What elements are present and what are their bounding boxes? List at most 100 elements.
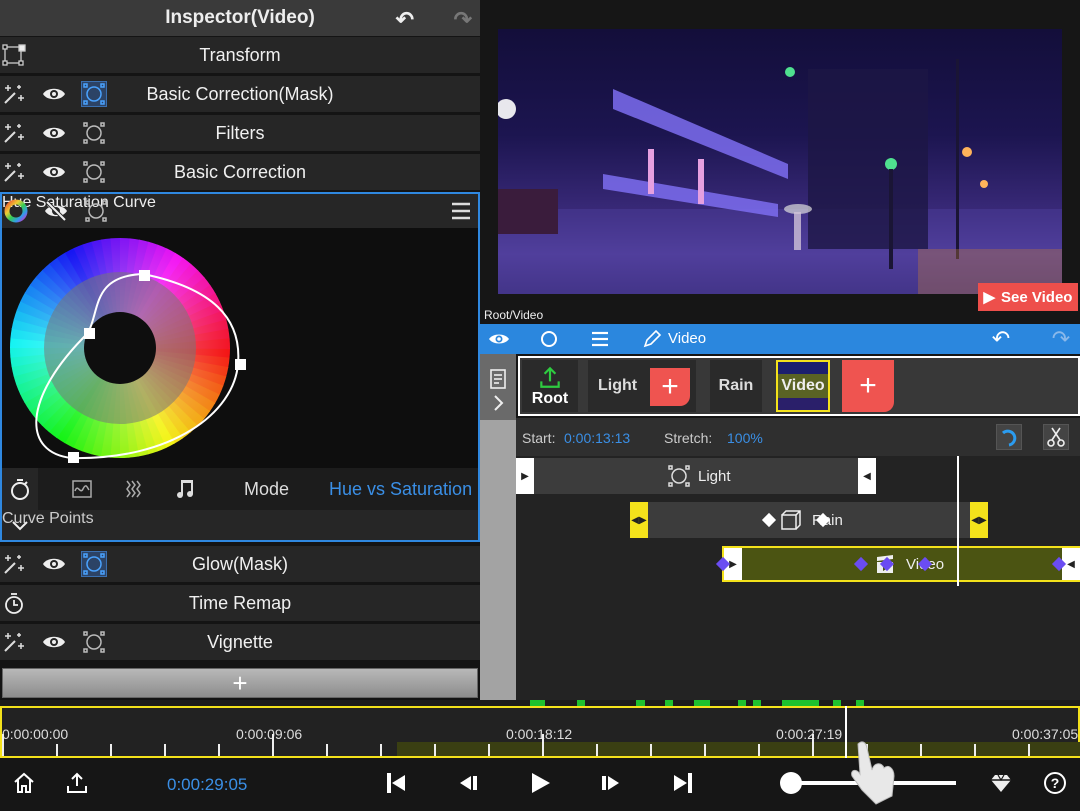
- node-video[interactable]: Video: [776, 360, 830, 412]
- magic-wand-icon[interactable]: [1, 120, 27, 146]
- stretch-value[interactable]: 100%: [727, 430, 763, 446]
- undo-icon[interactable]: ↶: [396, 7, 414, 33]
- clip-start-handle[interactable]: ◀▶: [630, 502, 648, 538]
- mode-selector[interactable]: Hue vs Saturation: [329, 479, 472, 500]
- add-node-button[interactable]: +: [650, 368, 690, 406]
- svg-text:?: ?: [1051, 775, 1060, 791]
- document-icon[interactable]: [485, 366, 511, 392]
- help-icon[interactable]: ?: [1042, 770, 1068, 796]
- mask-icon[interactable]: [81, 551, 107, 577]
- eye-icon[interactable]: [41, 551, 67, 577]
- curve-point[interactable]: [235, 359, 246, 370]
- skip-to-start-icon[interactable]: [383, 770, 409, 796]
- ruler-tick: [596, 744, 598, 756]
- chevron-down-icon[interactable]: [7, 512, 33, 538]
- clip-info-bar: Start: 0:00:13:13 Stretch: 100%: [516, 418, 1080, 456]
- node-tree: Root Light + Rain Video +: [518, 356, 1080, 416]
- mask-icon[interactable]: [81, 159, 107, 185]
- touch-hand-icon: [848, 740, 898, 806]
- redo-icon[interactable]: ↷: [454, 7, 472, 33]
- add-node-button[interactable]: +: [842, 360, 894, 412]
- clip-light[interactable]: ▶ ◀ Light: [516, 458, 876, 494]
- stopwatch-icon[interactable]: [7, 476, 33, 502]
- magic-wand-icon[interactable]: [1, 81, 27, 107]
- circle-mask-icon[interactable]: [536, 326, 562, 352]
- eye-icon[interactable]: [41, 81, 67, 107]
- step-back-icon[interactable]: [455, 770, 481, 796]
- magic-wand-icon[interactable]: [1, 629, 27, 655]
- music-note-icon[interactable]: [173, 476, 199, 502]
- clip-video[interactable]: ▶ ◀ Video: [715, 546, 1080, 582]
- mask-icon[interactable]: [83, 198, 109, 224]
- node-root[interactable]: Root: [522, 360, 578, 412]
- curve-point[interactable]: [139, 270, 150, 281]
- scissors-icon[interactable]: [1043, 424, 1069, 450]
- effect-row-time-remap[interactable]: Time Remap: [0, 585, 480, 621]
- current-time[interactable]: 0:00:29:05: [167, 775, 247, 795]
- menu-icon[interactable]: [448, 198, 474, 224]
- ruler-tick: [704, 744, 706, 756]
- effect-row-basic-correction[interactable]: Basic Correction: [0, 154, 480, 190]
- wave-lines-icon[interactable]: [120, 476, 146, 502]
- effect-row-glow-mask[interactable]: Glow(Mask): [0, 546, 480, 582]
- eye-icon[interactable]: [41, 159, 67, 185]
- clip-end-handle[interactable]: ◀▶: [970, 502, 988, 538]
- home-icon[interactable]: [11, 770, 37, 796]
- waveform-icon[interactable]: [69, 476, 95, 502]
- add-effect-button[interactable]: +: [2, 668, 478, 698]
- transform-icon: [1, 42, 27, 68]
- ruler-playhead[interactable]: [845, 706, 847, 758]
- effect-row-hue-saturation-curve[interactable]: Hue Saturation Curve: [2, 194, 478, 228]
- play-icon[interactable]: [527, 770, 553, 796]
- node-label: Rain: [718, 377, 754, 394]
- selected-effect-panel: Hue Saturation Curve Mode Hue vs Saturat…: [0, 192, 480, 542]
- see-video-button[interactable]: ▶ See Video: [978, 283, 1078, 311]
- curve-point[interactable]: [68, 452, 79, 463]
- effect-row-filters[interactable]: Filters: [0, 115, 480, 151]
- menu-icon[interactable]: [587, 326, 613, 352]
- eye-icon[interactable]: [41, 120, 67, 146]
- start-value[interactable]: 0:00:13:13: [564, 430, 630, 446]
- layer-name[interactable]: Video: [668, 330, 706, 347]
- effect-row-basic-correction-mask[interactable]: Basic Correction(Mask): [0, 76, 480, 112]
- magic-wand-icon[interactable]: [1, 551, 27, 577]
- magnet-icon[interactable]: [996, 424, 1022, 450]
- hue-saturation-wheel[interactable]: [2, 228, 478, 468]
- inspector-title: Inspector(Video): [165, 7, 315, 28]
- eye-hidden-icon[interactable]: [43, 198, 69, 224]
- ruler-time-label: 0:00:09:06: [236, 726, 303, 742]
- eye-icon[interactable]: [41, 629, 67, 655]
- mask-icon[interactable]: [81, 81, 107, 107]
- curve-point[interactable]: [84, 328, 95, 339]
- curve-points-header[interactable]: Curve Points: [2, 510, 478, 540]
- mask-icon[interactable]: [81, 120, 107, 146]
- clip-rain[interactable]: ◀▶ ◀▶ Rain: [630, 502, 988, 538]
- ruler-time-label: 0:00:18:12: [506, 726, 573, 742]
- timeline-ruler[interactable]: 0:00:00:00 0:00:09:06 0:00:18:12 0:00:27…: [0, 706, 1080, 758]
- zoom-slider-thumb[interactable]: [780, 772, 802, 794]
- video-preview[interactable]: [498, 29, 1062, 294]
- mask-icon[interactable]: [81, 629, 107, 655]
- mask-icon: [666, 463, 692, 489]
- undo-icon[interactable]: ↶: [988, 326, 1014, 352]
- pencil-icon[interactable]: [639, 326, 665, 352]
- playhead-line[interactable]: [957, 456, 959, 586]
- keyframe-marker[interactable]: [761, 512, 777, 528]
- keyframe-marker[interactable]: [853, 556, 869, 572]
- skip-to-end-icon[interactable]: [670, 770, 696, 796]
- step-forward-icon[interactable]: [598, 770, 624, 796]
- stretch-label: Stretch:: [664, 430, 713, 446]
- clip-end-handle[interactable]: ◀: [858, 458, 876, 494]
- magic-wand-icon[interactable]: [1, 159, 27, 185]
- clip-start-handle[interactable]: ▶: [516, 458, 534, 494]
- chevron-right-icon[interactable]: [485, 390, 511, 416]
- node-rain[interactable]: Rain: [710, 360, 762, 412]
- transport-bar: 0:00:29:05 ?: [0, 758, 1080, 808]
- effect-row-transform[interactable]: Transform: [0, 37, 480, 73]
- redo-icon[interactable]: ↷: [1048, 326, 1074, 352]
- diamond-icon[interactable]: [988, 770, 1014, 796]
- eye-icon[interactable]: [486, 326, 512, 352]
- effect-label: Glow(Mask): [191, 553, 288, 574]
- effect-row-vignette[interactable]: Vignette: [0, 624, 480, 660]
- share-icon[interactable]: [64, 770, 90, 796]
